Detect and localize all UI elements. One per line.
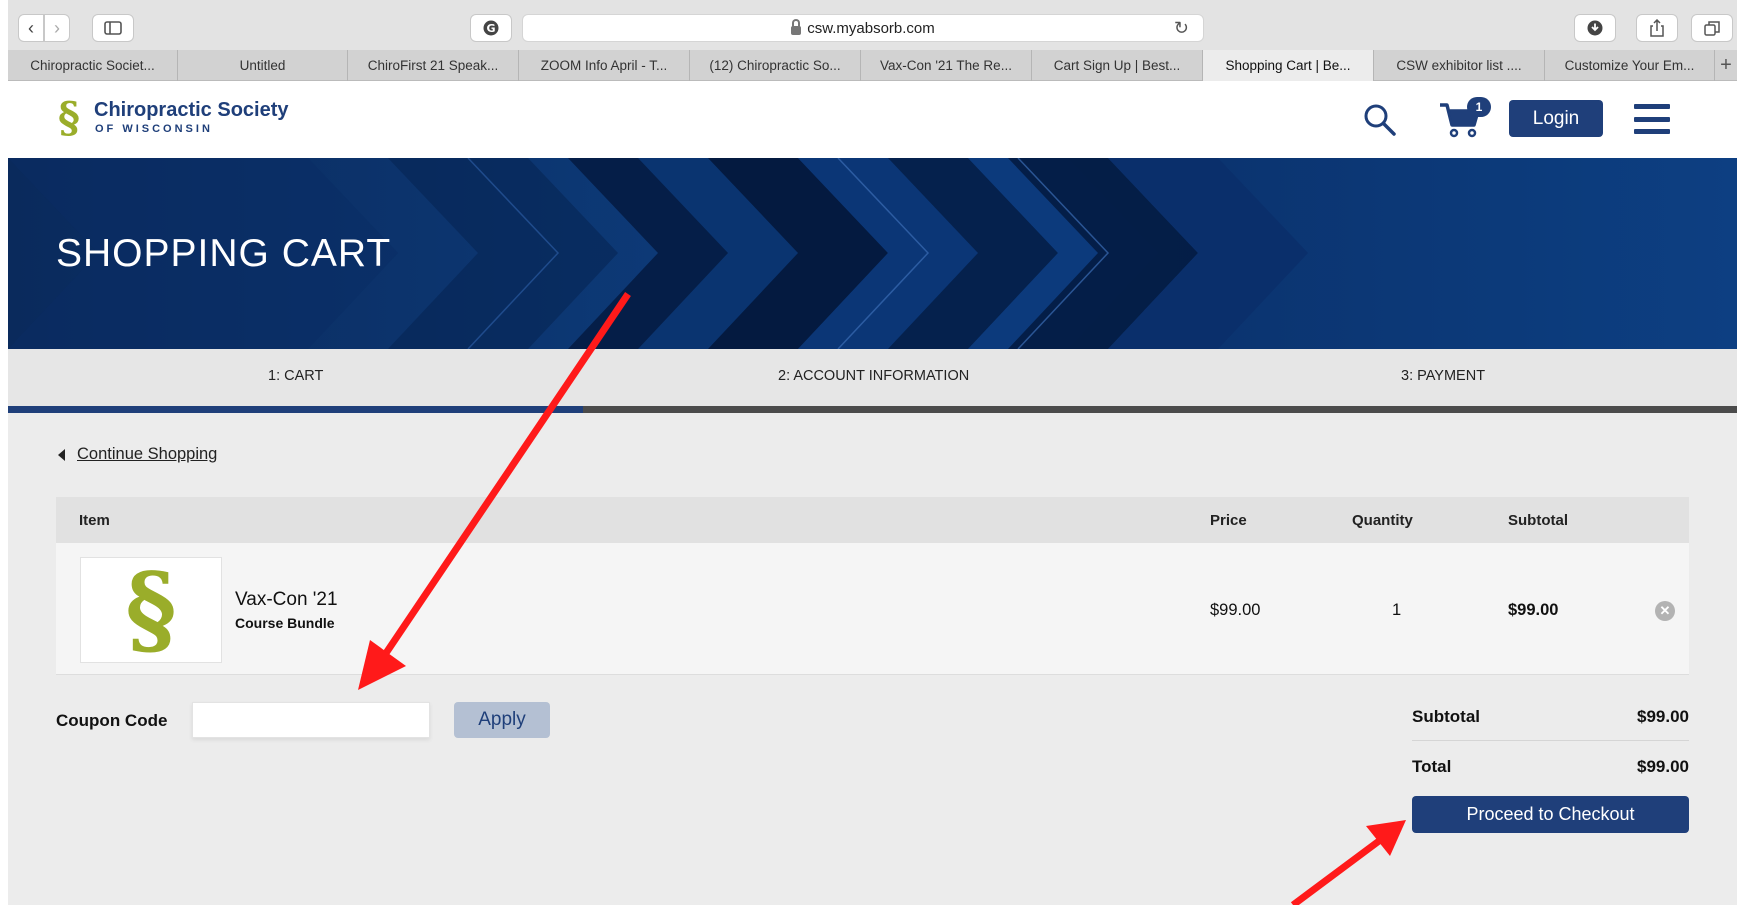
logo-icon[interactable]: § — [58, 97, 80, 139]
tab-label: Shopping Cart | Be... — [1225, 58, 1351, 73]
item-quantity: 1 — [1392, 601, 1402, 619]
browser-tab[interactable]: Vax-Con '21 The Re... — [861, 50, 1032, 81]
column-header-quantity: Quantity — [1352, 512, 1413, 529]
new-tab-icon[interactable]: + — [1715, 50, 1737, 80]
sidebar-icon[interactable] — [92, 14, 134, 42]
coupon-code-input[interactable] — [192, 702, 430, 738]
browser-tab[interactable]: ZOOM Info April - T... — [519, 50, 690, 81]
reload-icon[interactable]: ↻ — [1174, 18, 1189, 39]
tab-label: ChiroFirst 21 Speak... — [367, 58, 499, 73]
step-payment: 3: PAYMENT — [1401, 368, 1486, 384]
browser-tab-active[interactable]: Shopping Cart | Be... — [1203, 50, 1374, 81]
subtotal-label: Subtotal — [1412, 707, 1480, 726]
grammarly-icon[interactable]: G — [470, 14, 512, 42]
browser-window: ‹ › G csw.myabsorb.com ↻ Chiropractic So… — [8, 0, 1737, 905]
site-header: § Chiropractic Society OF WISCONSIN 1 Lo… — [8, 81, 1737, 158]
page-title: SHOPPING CART — [56, 232, 392, 275]
total-label: Total — [1412, 757, 1452, 776]
product-thumbnail[interactable]: § — [80, 557, 222, 663]
browser-tab[interactable]: ChiroFirst 21 Speak... — [348, 50, 519, 81]
address-bar[interactable]: csw.myabsorb.com ↻ — [522, 14, 1204, 42]
item-name[interactable]: Vax-Con '21 — [235, 589, 338, 611]
apply-coupon-button[interactable]: Apply — [454, 702, 550, 738]
checkout-steps: 1: CART 2: ACCOUNT INFORMATION 3: PAYMEN… — [8, 349, 1737, 407]
cart-count-badge: 1 — [1467, 97, 1491, 117]
lock-icon — [791, 18, 802, 35]
coupon-code-label: Coupon Code — [56, 711, 168, 730]
share-icon[interactable] — [1636, 14, 1678, 42]
column-header-subtotal: Subtotal — [1508, 512, 1568, 529]
logo-subtitle: OF WISCONSIN — [95, 123, 213, 135]
caret-left-icon — [58, 448, 65, 461]
arrow-head-icon — [1366, 820, 1406, 856]
browser-tab[interactable]: Chiropractic Societ... — [8, 50, 178, 81]
step-account-information: 2: ACCOUNT INFORMATION — [778, 368, 970, 384]
browser-toolbar: ‹ › G csw.myabsorb.com ↻ — [8, 0, 1737, 50]
search-icon[interactable] — [1363, 103, 1397, 137]
tab-label: Cart Sign Up | Best... — [1053, 58, 1181, 73]
total-value: $99.00 — [1637, 757, 1689, 776]
forward-icon[interactable]: › — [44, 14, 70, 42]
hamburger-menu-icon[interactable] — [1634, 104, 1670, 134]
back-icon[interactable]: ‹ — [18, 14, 44, 42]
step-progress-fill — [8, 406, 583, 413]
logo-title[interactable]: Chiropractic Society — [94, 99, 289, 122]
logo-icon: § — [125, 552, 177, 667]
subtotal-value: $99.00 — [1637, 707, 1689, 726]
table-row: § Vax-Con '21 Course Bundle $99.00 1 $99… — [56, 543, 1689, 675]
tab-label: Untitled — [239, 58, 286, 73]
browser-tab[interactable]: (12) Chiropractic So... — [690, 50, 861, 81]
download-icon[interactable] — [1574, 14, 1616, 42]
page-banner: SHOPPING CART — [8, 158, 1737, 349]
tabs-overview-icon[interactable] — [1691, 14, 1733, 42]
tab-label: Vax-Con '21 The Re... — [880, 58, 1012, 73]
column-header-item: Item — [79, 512, 110, 529]
continue-shopping-label: Continue Shopping — [77, 445, 218, 463]
column-header-price: Price — [1210, 512, 1247, 529]
svg-text:G: G — [486, 22, 495, 35]
item-price: $99.00 — [1210, 601, 1261, 619]
tab-label: CSW exhibitor list .... — [1396, 58, 1522, 73]
login-button[interactable]: Login — [1509, 100, 1603, 137]
cart-table-header: Item Price Quantity Subtotal — [56, 497, 1689, 543]
item-type: Course Bundle — [235, 615, 335, 631]
tab-label: Chiropractic Societ... — [30, 58, 155, 73]
step-cart: 1: CART — [268, 368, 324, 384]
tab-bar: Chiropractic Societ... Untitled ChiroFir… — [8, 50, 1737, 81]
tab-label: Customize Your Em... — [1564, 58, 1695, 73]
item-subtotal: $99.00 — [1508, 601, 1559, 619]
address-url: csw.myabsorb.com — [807, 19, 935, 37]
totals-divider — [1412, 740, 1689, 741]
page-left-margin — [0, 0, 8, 905]
browser-tab[interactable]: Cart Sign Up | Best... — [1032, 50, 1203, 81]
continue-shopping-link[interactable]: Continue Shopping — [58, 445, 217, 464]
arrow-to-checkout-icon — [1290, 835, 1386, 905]
tab-label: ZOOM Info April - T... — [540, 58, 668, 73]
remove-item-icon[interactable]: ✕ — [1655, 601, 1675, 621]
browser-tab[interactable]: CSW exhibitor list .... — [1374, 50, 1545, 81]
proceed-to-checkout-button[interactable]: Proceed to Checkout — [1412, 796, 1689, 833]
tab-label: (12) Chiropractic So... — [709, 58, 841, 73]
step-progress-bar — [8, 406, 1737, 413]
browser-tab[interactable]: Untitled — [178, 50, 348, 81]
browser-tab[interactable]: Customize Your Em... — [1545, 50, 1715, 81]
